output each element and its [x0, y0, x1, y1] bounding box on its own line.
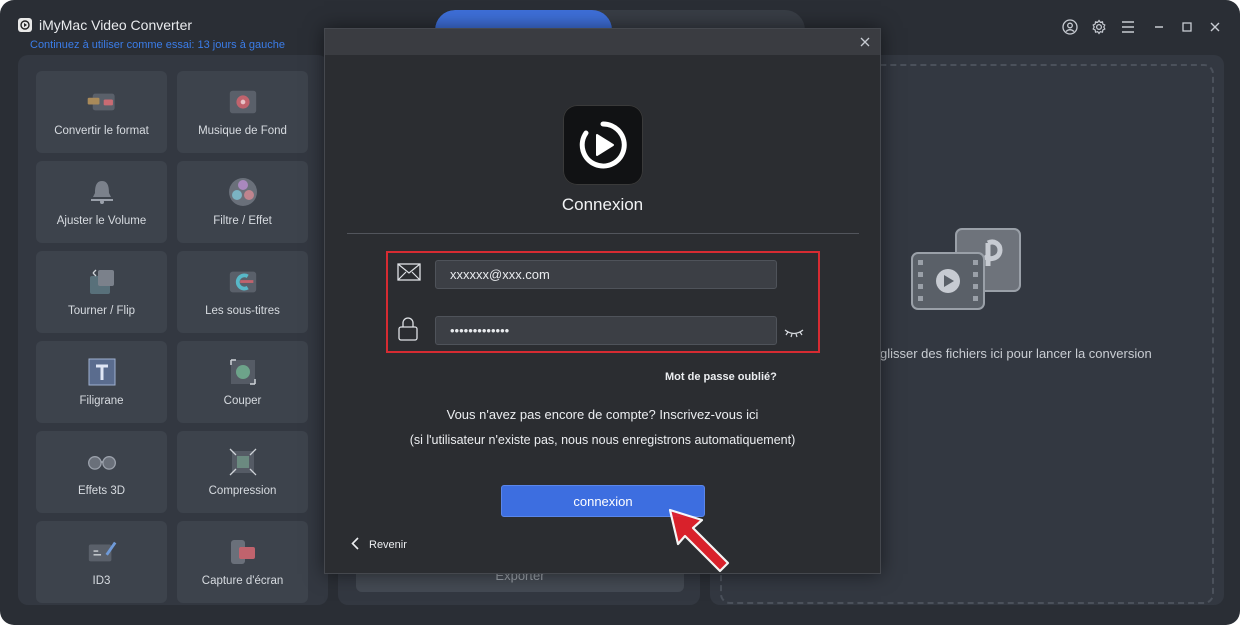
password-field[interactable]: ••••••••••••• — [435, 316, 777, 345]
background-music-icon — [227, 87, 259, 117]
rotate-flip-icon — [86, 267, 118, 297]
envelope-icon — [397, 263, 421, 286]
dialog-close-icon[interactable] — [856, 33, 874, 51]
3d-glasses-icon — [86, 447, 118, 477]
window-controls — [1150, 18, 1224, 36]
tool-adjust-volume[interactable]: Ajuster le Volume — [36, 161, 167, 243]
screen-capture-icon — [227, 537, 259, 567]
lock-icon — [398, 317, 418, 346]
header-icons — [1061, 18, 1137, 36]
dialog-header — [325, 29, 880, 55]
tool-crop[interactable]: Couper — [177, 341, 308, 423]
maximize-icon[interactable] — [1178, 18, 1196, 36]
drop-zone-text: glisser des fichiers ici pour lancer la … — [880, 346, 1152, 361]
add-media-icon — [910, 226, 1022, 317]
gear-icon[interactable] — [1090, 18, 1108, 36]
tool-3d-effects[interactable]: Effets 3D — [36, 431, 167, 513]
chevron-left-icon — [351, 537, 359, 553]
register-link[interactable]: Vous n'avez pas encore de compte? Inscri… — [325, 407, 880, 422]
tool-rotate-flip[interactable]: Tourner / Flip — [36, 251, 167, 333]
menu-icon[interactable] — [1119, 18, 1137, 36]
divider — [347, 233, 859, 234]
tool-convert-format[interactable]: Convertir le format — [36, 71, 167, 153]
subtitles-icon — [227, 267, 259, 297]
tool-compression[interactable]: Compression — [177, 431, 308, 513]
id3-edit-icon — [86, 537, 118, 567]
watermark-icon — [86, 357, 118, 387]
app-logo-icon — [18, 18, 32, 32]
crop-icon — [227, 357, 259, 387]
login-dialog: Connexion xxxxxx@xxx.com ••••••••••••• M… — [324, 28, 881, 574]
convert-format-icon — [86, 87, 118, 117]
tool-background-music[interactable]: Musique de Fond — [177, 71, 308, 153]
tool-id3[interactable]: ID3 — [36, 521, 167, 603]
toggle-password-visibility-icon[interactable] — [784, 326, 804, 344]
tool-subtitles[interactable]: Les sous-titres — [177, 251, 308, 333]
app-logo-large-icon — [563, 105, 643, 185]
compress-icon — [227, 447, 259, 477]
credentials-highlight: xxxxxx@xxx.com ••••••••••••• — [386, 251, 820, 353]
email-field[interactable]: xxxxxx@xxx.com — [435, 260, 777, 289]
forgot-password-link[interactable]: Mot de passe oublié? — [665, 371, 777, 383]
dialog-title: Connexion — [561, 195, 644, 214]
tool-filter-effect[interactable]: Filtre / Effet — [177, 161, 308, 243]
close-icon[interactable] — [1206, 18, 1224, 36]
tool-grid: Convertir le format Musique de Fond Ajus… — [36, 71, 308, 603]
filter-effect-icon — [227, 177, 259, 207]
tool-screen-capture[interactable]: Capture d'écran — [177, 521, 308, 603]
pointer-arrow-icon — [668, 508, 734, 581]
auto-register-note: (si l'utilisateur n'existe pas, nous nou… — [409, 433, 796, 447]
volume-bell-icon — [86, 177, 118, 207]
app-title-area: iMyMac Video Converter — [18, 17, 192, 33]
account-icon[interactable] — [1061, 18, 1079, 36]
app-window: iMyMac Video Converter Continuez à utili… — [0, 0, 1240, 625]
trial-notice: Continuez à utiliser comme essai: 13 jou… — [30, 39, 285, 51]
minimize-icon[interactable] — [1150, 18, 1168, 36]
back-button[interactable]: Revenir — [351, 537, 407, 553]
tool-watermark[interactable]: Filigrane — [36, 341, 167, 423]
app-title: iMyMac Video Converter — [39, 17, 193, 33]
